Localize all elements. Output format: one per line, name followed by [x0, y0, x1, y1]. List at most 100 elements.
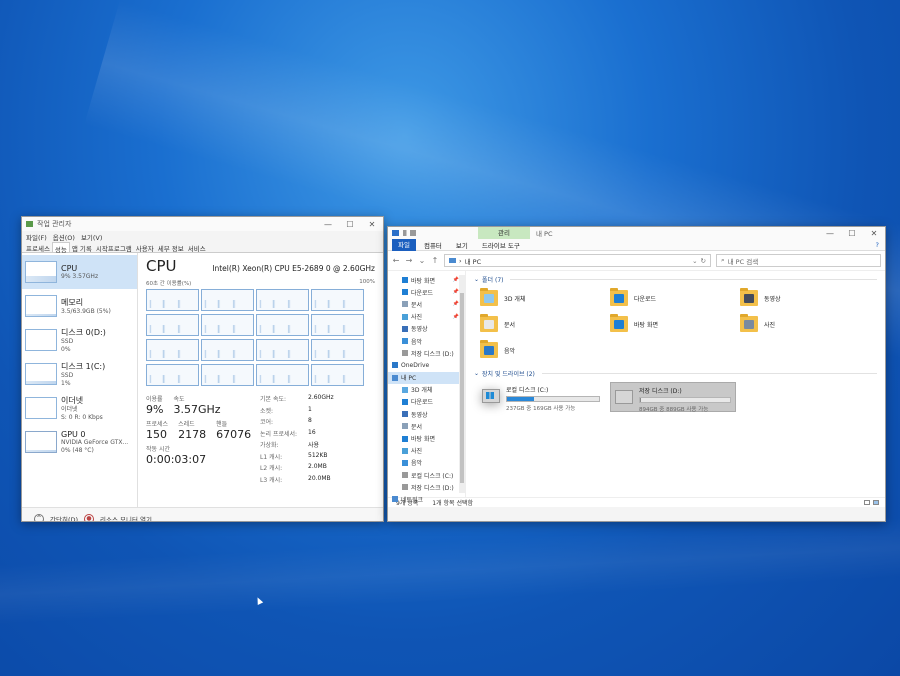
- nav-item[interactable]: 다운로드: [388, 396, 465, 408]
- close-icon[interactable]: ✕: [863, 227, 885, 240]
- chevron-down-icon[interactable]: ⌄: [692, 257, 697, 265]
- folder-label: 사진: [764, 321, 776, 329]
- nav-item[interactable]: 음악: [388, 457, 465, 469]
- folder-item[interactable]: 음악: [480, 340, 610, 360]
- drive-item[interactable]: 로컬 디스크 (C:) 237GB 중 169GB 사용 가능: [478, 382, 604, 412]
- tab-startup[interactable]: 시작프로그램: [94, 242, 134, 253]
- up-arrow-icon[interactable]: ↑: [431, 256, 439, 265]
- forward-arrow-icon[interactable]: →: [405, 256, 413, 265]
- close-icon[interactable]: ✕: [361, 217, 383, 231]
- task-manager-titlebar[interactable]: 작업 관리자 — ☐ ✕: [22, 217, 383, 231]
- logical-processor-graph: [311, 314, 364, 336]
- threads-label: 스레드: [178, 421, 195, 428]
- sidebar-item-memory[interactable]: 메모리 3.5/63.9GB (5%): [22, 289, 137, 323]
- drives-section-header[interactable]: ⌄ 장치 및 드라이브 (2): [474, 368, 877, 378]
- nav-item[interactable]: 사진: [388, 445, 465, 457]
- menu-file[interactable]: 파일(F): [26, 232, 47, 242]
- nav-item[interactable]: 바탕 화면: [388, 432, 465, 444]
- maximize-icon[interactable]: ☐: [339, 217, 361, 231]
- fewer-details-link[interactable]: 간단히(D): [50, 514, 78, 522]
- breadcrumb[interactable]: 내 PC: [465, 256, 482, 266]
- nav-item[interactable]: 문서: [388, 420, 465, 432]
- open-resource-monitor-link[interactable]: 리소스 모니터 열기: [100, 514, 152, 522]
- sidebar-item-disk-1[interactable]: 디스크 1(C:) SSD 1%: [22, 357, 137, 391]
- logical-processor-graph: [201, 364, 254, 386]
- processes-value: 150: [146, 428, 167, 441]
- nav-item-label: 문서: [411, 423, 423, 431]
- menu-view[interactable]: 보기(V): [81, 232, 102, 242]
- explorer-titlebar[interactable]: 관리 내 PC — ☐ ✕: [388, 227, 885, 239]
- nav-item[interactable]: 네트워크: [388, 493, 465, 505]
- content-pane: ⌄ 폴더 (7) 3D 개체 다운로드 동영상문서 바탕 화면 사진음악 ⌄ 장치 및 …: [466, 271, 885, 497]
- ribbon-tab-drive-tools[interactable]: 드라이브 도구: [476, 240, 526, 250]
- processes-label: 프로세스: [146, 421, 169, 428]
- gpu-mini-graph: [25, 431, 57, 453]
- search-input[interactable]: ⌕ 내 PC 검색: [716, 254, 881, 267]
- folder-icon: [740, 288, 758, 306]
- nav-item[interactable]: 문서 📌: [388, 298, 465, 310]
- drive-usage-bar: [506, 396, 600, 402]
- back-arrow-icon[interactable]: ←: [392, 256, 400, 265]
- tab-performance[interactable]: 성능: [51, 242, 70, 254]
- minimize-icon[interactable]: —: [819, 227, 841, 240]
- folder-item[interactable]: 사진: [740, 314, 870, 334]
- folder-item[interactable]: 3D 개체: [480, 288, 610, 308]
- folder-item[interactable]: 바탕 화면: [610, 314, 740, 334]
- tab-details[interactable]: 세부 정보: [156, 242, 186, 253]
- nav-item[interactable]: 저장 디스크 (D:): [388, 481, 465, 493]
- ribbon-tab-file[interactable]: 파일: [392, 238, 416, 251]
- nav-item-label: 다운로드: [411, 289, 434, 297]
- nav-item[interactable]: 사진 📌: [388, 311, 465, 323]
- ribbon-tab-computer[interactable]: 컴퓨터: [418, 240, 448, 250]
- uptime-value: 0:00:03:07: [146, 453, 207, 466]
- details-view-icon[interactable]: [864, 500, 870, 505]
- chevron-up-icon[interactable]: ^: [34, 513, 44, 521]
- nav-item[interactable]: 바탕 화면 📌: [388, 274, 465, 286]
- nav-scrollbar[interactable]: [459, 275, 465, 493]
- refresh-icon[interactable]: ↻: [701, 257, 706, 265]
- nav-item-label: 음악: [411, 338, 423, 346]
- sidebar-item-ethernet[interactable]: 이더넷 이더넷 S: 0 R: 0 Kbps: [22, 391, 137, 425]
- nav-item[interactable]: 동영상: [388, 408, 465, 420]
- address-bar[interactable]: › 내 PC ⌄ ↻: [444, 254, 711, 267]
- folder-item[interactable]: 문서: [480, 314, 610, 334]
- tab-app-history[interactable]: 앱 기록: [70, 242, 94, 253]
- drive-free-space: 894GB 중 889GB 사용 가능: [639, 407, 709, 413]
- folders-section-header[interactable]: ⌄ 폴더 (7): [474, 274, 877, 284]
- nav-item[interactable]: 저장 디스크 (D:): [388, 347, 465, 359]
- sidebar-item-cpu[interactable]: CPU 9% 3.57GHz: [22, 255, 137, 289]
- nav-item[interactable]: 동영상: [388, 323, 465, 335]
- tab-users[interactable]: 사용자: [134, 242, 156, 253]
- nav-item-icon: [402, 289, 408, 296]
- nav-item[interactable]: 로컬 디스크 (C:): [388, 469, 465, 481]
- quick-access-toolbar-icon[interactable]: [392, 230, 416, 236]
- nav-item[interactable]: OneDrive: [388, 359, 465, 371]
- nav-item-label: 3D 개체: [411, 387, 433, 395]
- nav-item[interactable]: 다운로드 📌: [388, 286, 465, 298]
- minimize-icon[interactable]: —: [317, 217, 339, 231]
- resource-monitor-icon[interactable]: ●: [84, 513, 95, 521]
- menu-options[interactable]: 옵션(O): [53, 232, 75, 242]
- nav-item[interactable]: 3D 개체: [388, 384, 465, 396]
- tab-processes[interactable]: 프로세스: [24, 242, 52, 253]
- ribbon-tab-view[interactable]: 보기: [450, 240, 474, 250]
- nav-item[interactable]: 음악: [388, 335, 465, 347]
- maximize-icon[interactable]: ☐: [841, 227, 863, 240]
- folder-item[interactable]: 다운로드: [610, 288, 740, 308]
- folder-item[interactable]: 동영상: [740, 288, 870, 308]
- spec-value: 8: [308, 417, 312, 424]
- sidebar-item-gpu[interactable]: GPU 0 NVIDIA GeForce GTX... 0% (48 °C): [22, 425, 137, 459]
- speed-value: 3.57GHz: [173, 403, 221, 416]
- chevron-down-icon[interactable]: ⌄: [418, 256, 426, 265]
- drive-item[interactable]: 저장 디스크 (D:) 894GB 중 889GB 사용 가능: [610, 382, 736, 413]
- context-tab-manage[interactable]: 관리: [478, 227, 530, 239]
- nav-item-label: 로컬 디스크 (C:): [411, 472, 454, 480]
- cpu-model: Intel(R) Xeon(R) CPU E5-2689 0 @ 2.60GHz: [212, 264, 375, 273]
- sidebar-item-disk-0[interactable]: 디스크 0(D:) SSD 0%: [22, 323, 137, 357]
- tab-services[interactable]: 서비스: [186, 242, 208, 253]
- nav-item-label: 동영상: [411, 326, 428, 334]
- logical-processor-graph: [201, 339, 254, 361]
- nav-item[interactable]: 내 PC: [388, 371, 465, 384]
- large-icons-view-icon[interactable]: [873, 500, 879, 505]
- help-icon[interactable]: ?: [870, 241, 885, 249]
